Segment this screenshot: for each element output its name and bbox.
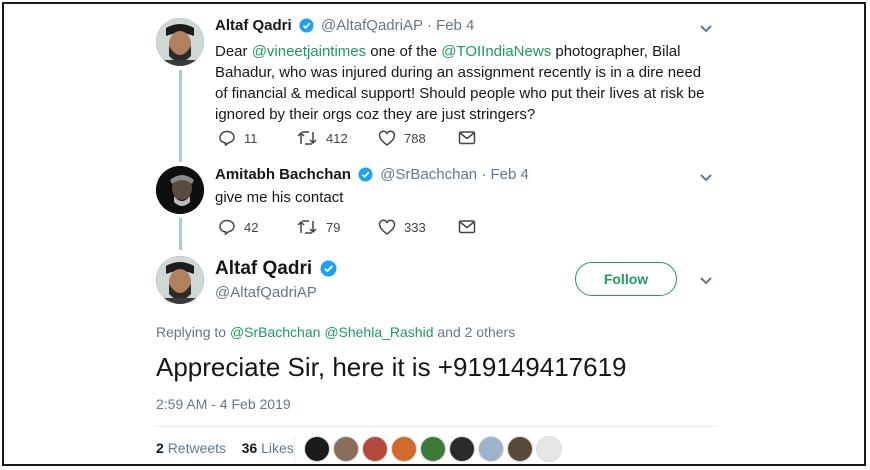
- main-author-name-text: Altaf Qadri: [215, 258, 313, 279]
- like-count: 788: [404, 130, 426, 146]
- tweet2-date[interactable]: · Feb 4: [481, 166, 529, 183]
- liker-avatar[interactable]: [362, 436, 388, 462]
- avatar-altaf-qadri-main[interactable]: [156, 256, 204, 304]
- tweet2-header: Amitabh Bachchan @SrBachchan · Feb 4: [215, 166, 529, 186]
- tweet1-author-name[interactable]: Altaf Qadri: [215, 17, 292, 34]
- liker-avatar[interactable]: [449, 436, 475, 462]
- likes-stat[interactable]: 36 Likes: [242, 440, 294, 456]
- liker-avatar[interactable]: [507, 436, 533, 462]
- tweet2-handle[interactable]: @SrBachchan: [380, 166, 477, 183]
- divider: [156, 426, 716, 427]
- like-count: 333: [404, 219, 426, 235]
- tweet1-text-part: one of the: [366, 43, 442, 60]
- replying-prefix: Replying to: [156, 324, 230, 340]
- tweet1-handle[interactable]: @AltafQadriAP: [321, 17, 423, 34]
- reply-icon: [219, 130, 235, 147]
- thread-line-2: [179, 218, 182, 250]
- tweet1-text: Dear @vineetjaintimes one of the @TOIInd…: [215, 41, 715, 125]
- verified-badge-icon: [358, 167, 373, 186]
- retweets-count: 2: [156, 440, 164, 456]
- retweet-icon: [297, 220, 317, 234]
- chevron-down-icon[interactable]: [698, 20, 714, 41]
- tweet-thread-frame: Altaf Qadri @AltafQadriAP · Feb 4 Dear @…: [2, 2, 866, 466]
- mention-link[interactable]: @vineetjaintimes: [252, 43, 366, 60]
- reply-count: 42: [244, 219, 259, 235]
- liker-avatar[interactable]: [333, 436, 359, 462]
- mention-link[interactable]: @TOIIndiaNews: [441, 43, 551, 60]
- heart-icon: [378, 130, 396, 146]
- main-author-handle[interactable]: @AltafQadriAP: [215, 284, 317, 301]
- retweet-button[interactable]: 412: [296, 129, 356, 147]
- main-tweet-timestamp[interactable]: 2:59 AM - 4 Feb 2019: [156, 396, 291, 412]
- tweet2-text: give me his contact: [215, 189, 344, 206]
- retweets-stat[interactable]: 2 Retweets: [156, 440, 226, 456]
- verified-badge-icon: [299, 18, 314, 37]
- message-button[interactable]: [458, 219, 484, 235]
- retweet-icon: [297, 131, 317, 145]
- stats-divider: [294, 436, 295, 462]
- avatar-amitabh-bachchan[interactable]: [156, 166, 204, 214]
- reply-icon: [219, 219, 235, 236]
- retweet-count: 79: [326, 219, 341, 235]
- replying-suffix[interactable]: and 2 others: [433, 324, 515, 340]
- chevron-down-icon[interactable]: [698, 272, 714, 293]
- thread-line-1: [179, 70, 182, 162]
- retweets-label: Retweets: [167, 440, 227, 456]
- replying-to: Replying to @SrBachchan @Shehla_Rashid a…: [156, 324, 515, 340]
- likes-label: Likes: [261, 440, 294, 456]
- tweet2-actions: 42 79 333: [218, 218, 494, 236]
- envelope-icon: [458, 131, 476, 145]
- envelope-icon: [458, 220, 476, 234]
- avatar-altaf-qadri[interactable]: [156, 18, 204, 66]
- main-tweet-text: Appreciate Sir, here it is +919149417619: [156, 352, 627, 382]
- message-button[interactable]: [458, 130, 484, 146]
- like-button[interactable]: 333: [378, 218, 434, 236]
- retweet-button[interactable]: 79: [296, 218, 356, 236]
- liker-avatar[interactable]: [478, 436, 504, 462]
- tweet1-text-part: Dear: [215, 43, 252, 60]
- engagement-stats: 2 Retweets 36 Likes: [156, 440, 294, 456]
- heart-icon: [378, 219, 396, 235]
- retweet-count: 412: [326, 130, 348, 146]
- follow-button[interactable]: Follow: [575, 262, 677, 296]
- liker-avatar[interactable]: [536, 436, 562, 462]
- liker-avatars: [304, 436, 565, 462]
- main-author-name[interactable]: Altaf Qadri: [215, 258, 340, 283]
- chevron-down-icon[interactable]: [698, 169, 714, 190]
- liker-avatar[interactable]: [304, 436, 330, 462]
- mention-link[interactable]: @Shehla_Rashid: [324, 324, 433, 340]
- tweet1-actions: 11 412 788: [218, 129, 494, 147]
- reply-button[interactable]: 11: [218, 129, 274, 147]
- liker-avatar[interactable]: [420, 436, 446, 462]
- reply-button[interactable]: 42: [218, 218, 274, 236]
- mention-link[interactable]: @SrBachchan: [230, 324, 320, 340]
- liker-avatar[interactable]: [391, 436, 417, 462]
- tweet1-date[interactable]: · Feb 4: [427, 17, 475, 34]
- likes-count: 36: [241, 440, 258, 456]
- reply-count: 11: [244, 130, 258, 146]
- verified-badge-icon: [320, 260, 337, 283]
- tweet1-header: Altaf Qadri @AltafQadriAP · Feb 4: [215, 17, 474, 37]
- tweet2-author-name[interactable]: Amitabh Bachchan: [215, 166, 351, 183]
- like-button[interactable]: 788: [378, 129, 434, 147]
